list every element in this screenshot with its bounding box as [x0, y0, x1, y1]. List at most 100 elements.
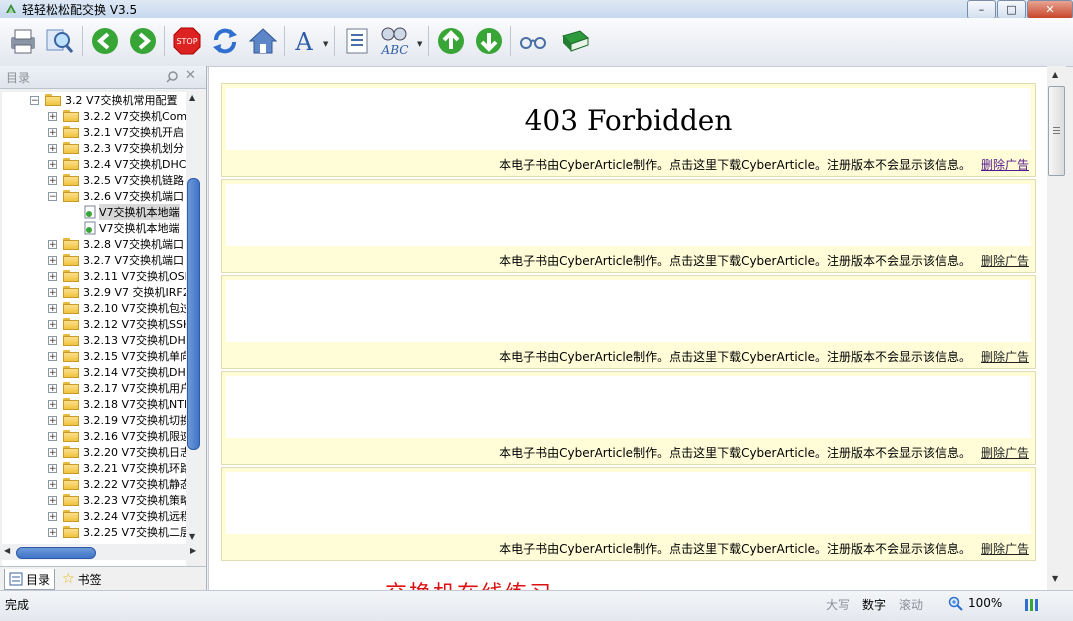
- refresh-icon[interactable]: [208, 24, 242, 58]
- ad-notice-text[interactable]: 本电子书由CyberArticle制作。点击这里下载CyberArticle。注…: [499, 446, 971, 460]
- tree-folder-item[interactable]: +3.2.22 V7交换机静态: [48, 476, 186, 492]
- font-size-icon[interactable]: A: [288, 24, 322, 58]
- remove-ad-link[interactable]: 删除广告: [981, 446, 1029, 460]
- content-scroll-down-arrow-icon[interactable]: ▼: [1052, 574, 1058, 583]
- tree-folder-item[interactable]: +3.2.12 V7交换机SSH: [48, 316, 186, 332]
- forward-icon[interactable]: [126, 24, 160, 58]
- scroll-down-icon[interactable]: [472, 24, 506, 58]
- tree-folder-item[interactable]: − 3.2 V7交换机常用配置: [30, 92, 178, 108]
- expand-icon[interactable]: +: [48, 383, 57, 393]
- expand-icon[interactable]: +: [48, 415, 57, 425]
- remove-ad-link[interactable]: 删除广告: [981, 158, 1029, 172]
- content-vertical-scrollbar[interactable]: ▲ ▼: [1047, 66, 1066, 590]
- tree-folder-item[interactable]: +3.2.21 V7交换机环路: [48, 460, 186, 476]
- expand-icon[interactable]: +: [48, 463, 57, 473]
- pin-icon[interactable]: [165, 70, 179, 84]
- tree-folder-item[interactable]: +3.2.23 V7交换机策略: [48, 492, 186, 508]
- remove-ad-link[interactable]: 删除广告: [981, 542, 1029, 556]
- tree-folder-item[interactable]: +3.2.7 V7交换机端口: [48, 252, 184, 268]
- ad-notice-text[interactable]: 本电子书由CyberArticle制作。点击这里下载CyberArticle。注…: [499, 350, 971, 364]
- home-icon[interactable]: [246, 24, 280, 58]
- tree-leaf-item[interactable]: V7交换机本地端: [84, 204, 180, 220]
- contents-icon[interactable]: [340, 24, 374, 58]
- scroll-up-arrow-icon[interactable]: ▲: [189, 93, 195, 102]
- content-scroll-thumb[interactable]: [1048, 86, 1065, 176]
- scroll-up-icon[interactable]: [434, 24, 468, 58]
- expand-icon[interactable]: +: [48, 303, 57, 313]
- expand-icon[interactable]: +: [48, 143, 57, 153]
- tree-folder-item[interactable]: +3.2.17 V7交换机用户: [48, 380, 186, 396]
- columns-icon[interactable]: [1024, 596, 1040, 612]
- tree-folder-item[interactable]: +3.2.25 V7交换机二层: [48, 524, 186, 540]
- expand-icon[interactable]: +: [48, 367, 57, 377]
- expand-icon[interactable]: +: [48, 335, 57, 345]
- tree-folder-item[interactable]: +3.2.13 V7交换机DHC: [48, 332, 186, 348]
- font-size-dropdown-icon[interactable]: ▼: [323, 40, 328, 48]
- spellcheck-dropdown-icon[interactable]: ▼: [417, 40, 422, 48]
- tab-bookmarks[interactable]: ☆ 书签: [58, 569, 106, 589]
- scroll-down-arrow-icon[interactable]: ▼: [189, 532, 195, 541]
- minimize-button[interactable]: –: [967, 0, 996, 19]
- expand-icon[interactable]: +: [48, 495, 57, 505]
- tree-folder-item[interactable]: − 3.2.6 V7交换机端口: [48, 188, 184, 204]
- expand-icon[interactable]: +: [48, 399, 57, 409]
- tree-folder-item[interactable]: +3.2.10 V7交换机包过: [48, 300, 186, 316]
- tree-folder-item[interactable]: +3.2.1 V7交换机开启: [48, 124, 184, 140]
- tree-folder-item[interactable]: +3.2.19 V7交换机切换: [48, 412, 186, 428]
- expand-icon[interactable]: +: [48, 175, 57, 185]
- ad-notice-text[interactable]: 本电子书由CyberArticle制作。点击这里下载CyberArticle。注…: [499, 254, 971, 268]
- ad-notice-text[interactable]: 本电子书由CyberArticle制作。点击这里下载CyberArticle。注…: [499, 542, 971, 556]
- expand-icon[interactable]: +: [48, 127, 57, 137]
- close-button[interactable]: ✕: [1027, 0, 1073, 19]
- tree-folder-item[interactable]: +3.2.2 V7交换机Comb: [48, 108, 186, 124]
- tree-folder-item[interactable]: +3.2.8 V7交换机端口: [48, 236, 184, 252]
- sidebar-close-icon[interactable]: ✕: [185, 68, 196, 83]
- glasses-icon[interactable]: [516, 24, 550, 58]
- tree-folder-item[interactable]: +3.2.16 V7交换机限速: [48, 428, 186, 444]
- remove-ad-link[interactable]: 删除广告: [981, 254, 1029, 268]
- expand-icon[interactable]: +: [48, 447, 57, 457]
- expand-icon[interactable]: +: [48, 111, 57, 121]
- scroll-left-arrow-icon[interactable]: ◀: [4, 546, 10, 555]
- sidebar-vertical-scrollbar[interactable]: ▲ ▼: [186, 92, 200, 544]
- tree-folder-item[interactable]: +3.2.18 V7交换机NTP: [48, 396, 186, 412]
- tree-folder-item[interactable]: +3.2.9 V7 交换机IRF2: [48, 284, 186, 300]
- tree-folder-item[interactable]: +3.2.5 V7交换机链路: [48, 172, 184, 188]
- tree-folder-item[interactable]: +3.2.14 V7交换机DHC: [48, 364, 186, 380]
- tree-folder-item[interactable]: +3.2.24 V7交换机远程: [48, 508, 186, 524]
- expand-icon[interactable]: +: [48, 479, 57, 489]
- content-scroll-up-arrow-icon[interactable]: ▲: [1052, 70, 1058, 79]
- spellcheck-icon[interactable]: ABC: [378, 24, 412, 58]
- tree-folder-item[interactable]: +3.2.3 V7交换机划分: [48, 140, 184, 156]
- tree-folder-item[interactable]: +3.2.20 V7交换机日志: [48, 444, 186, 460]
- expand-icon[interactable]: +: [48, 351, 57, 361]
- expand-icon[interactable]: +: [48, 319, 57, 329]
- tree-folder-item[interactable]: +3.2.11 V7交换机OSP: [48, 268, 186, 284]
- remove-ad-link[interactable]: 删除广告: [981, 350, 1029, 364]
- collapse-icon[interactable]: −: [48, 191, 57, 201]
- expand-icon[interactable]: +: [48, 287, 57, 297]
- print-icon[interactable]: [6, 24, 40, 58]
- expand-icon[interactable]: +: [48, 511, 57, 521]
- content-view[interactable]: 交换机在线练习 403 Forbidden本电子书由CyberArticle制作…: [208, 66, 1048, 592]
- sidebar-hscroll-thumb[interactable]: [16, 547, 96, 559]
- maximize-button[interactable]: □: [997, 0, 1026, 19]
- zoom-icon[interactable]: [948, 596, 964, 612]
- search-icon[interactable]: [42, 24, 76, 58]
- stop-icon[interactable]: STOP: [170, 24, 204, 58]
- expand-icon[interactable]: +: [48, 431, 57, 441]
- ad-notice-text[interactable]: 本电子书由CyberArticle制作。点击这里下载CyberArticle。注…: [499, 158, 971, 172]
- sidebar-horizontal-scrollbar[interactable]: ◀ ▶: [2, 544, 200, 560]
- expand-icon[interactable]: +: [48, 527, 57, 537]
- tree-folder-item[interactable]: +3.2.4 V7交换机DHC: [48, 156, 186, 172]
- tree-leaf-item[interactable]: V7交换机本地端: [84, 220, 180, 236]
- tab-contents[interactable]: 目录: [4, 569, 56, 590]
- expand-icon[interactable]: +: [48, 271, 57, 281]
- sidebar-scroll-thumb[interactable]: [187, 178, 200, 450]
- scroll-right-arrow-icon[interactable]: ▶: [190, 546, 196, 555]
- expand-icon[interactable]: +: [48, 239, 57, 249]
- collapse-icon[interactable]: −: [30, 95, 39, 105]
- expand-icon[interactable]: +: [48, 159, 57, 169]
- back-icon[interactable]: [88, 24, 122, 58]
- expand-icon[interactable]: +: [48, 255, 57, 265]
